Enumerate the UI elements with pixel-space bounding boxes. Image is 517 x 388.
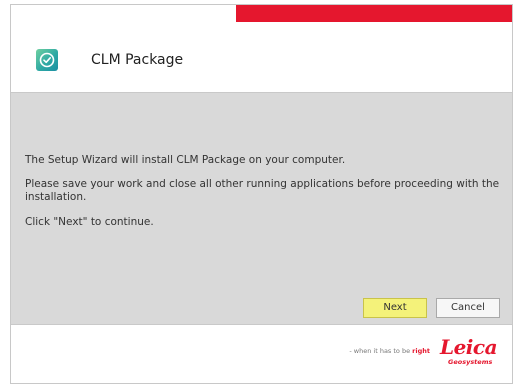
- header: CLM Package: [11, 22, 512, 92]
- tagline-emphasis: right: [412, 347, 430, 355]
- cancel-button[interactable]: Cancel: [436, 298, 500, 318]
- installer-window: CLM Package The Setup Wizard will instal…: [10, 4, 513, 384]
- tagline: - when it has to be right: [349, 347, 430, 355]
- intro-text: The Setup Wizard will install CLM Packag…: [25, 154, 346, 166]
- continue-text: Click "Next" to continue.: [25, 216, 154, 228]
- footer: - when it has to be right Leica Geosyste…: [11, 325, 512, 383]
- check-circle-icon: [36, 49, 58, 71]
- logo-subtitle: Geosystems: [448, 358, 493, 366]
- tagline-prefix: - when it has to be: [349, 347, 413, 355]
- next-button[interactable]: Next: [363, 298, 427, 318]
- logo-wordmark: Leica: [440, 335, 498, 359]
- instruction-text: Please save your work and close all othe…: [25, 178, 500, 203]
- leica-logo: Leica Geosystems: [440, 335, 500, 371]
- accent-bar: [236, 5, 512, 22]
- content-panel: The Setup Wizard will install CLM Packag…: [11, 92, 512, 325]
- app-title: CLM Package: [91, 52, 184, 68]
